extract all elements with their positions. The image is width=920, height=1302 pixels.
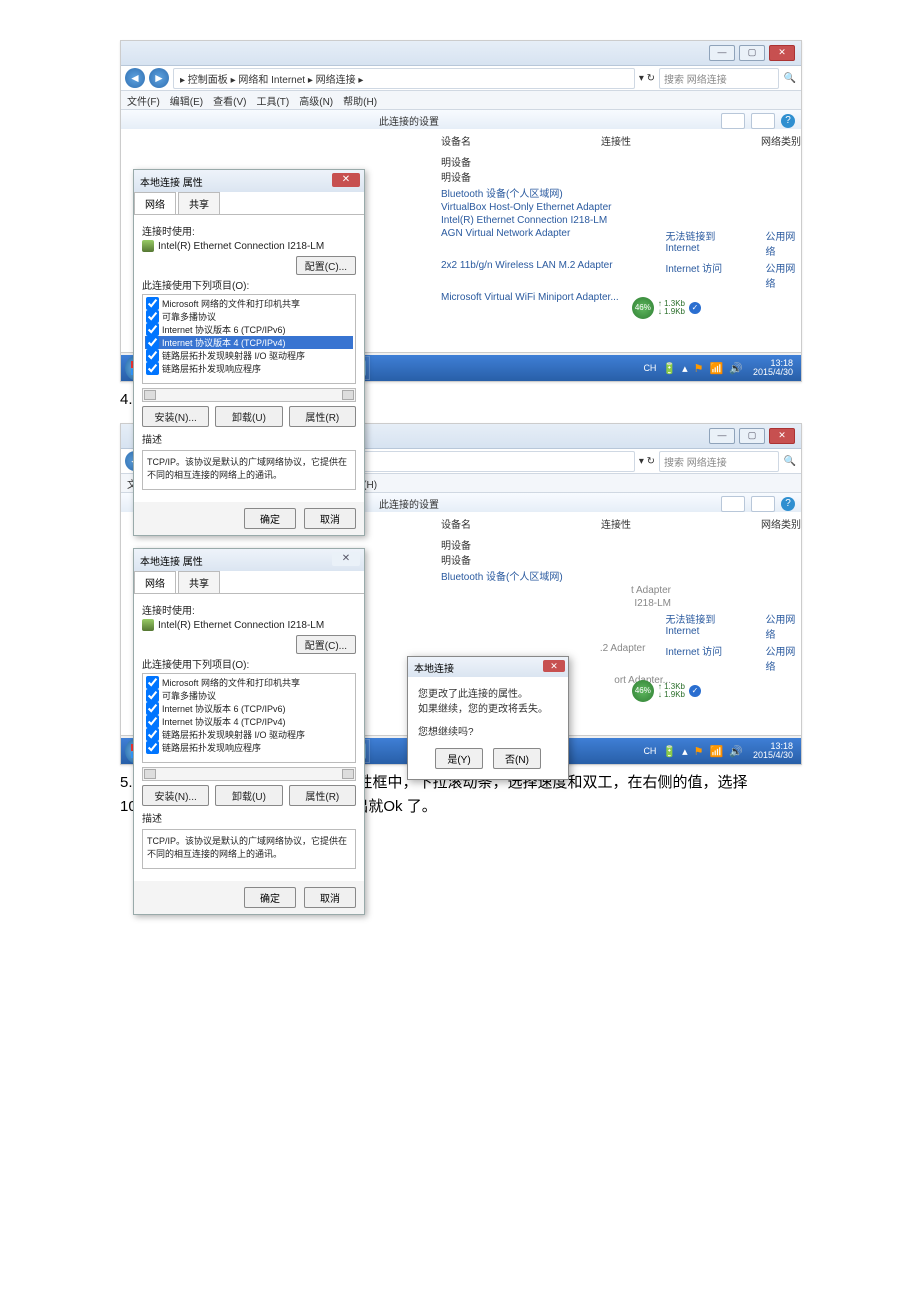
tray-more-icon[interactable]: ▴ [682, 362, 688, 375]
menu-adv[interactable]: 高级(N) [299, 93, 333, 108]
install-button[interactable]: 安装(N)... [142, 406, 209, 427]
menu-bar: 文件(F) 编辑(E) 查看(V) 工具(T) 高级(N) 帮助(H) [121, 91, 801, 110]
search-icon[interactable]: 🔍 [783, 456, 797, 467]
menu-help[interactable]: 帮助(H) [343, 93, 377, 108]
search-input[interactable]: 搜索 网络连接 [659, 68, 779, 89]
device-row[interactable]: 2x2 11b/g/n Wireless LAN M.2 AdapterInte… [441, 259, 801, 291]
connect-using-label: 连接时使用: [142, 223, 356, 238]
confirm-dialog: 本地连接 ✕ 您更改了此连接的属性。 如果继续，您的更改将丢失。 您想继续吗? … [407, 656, 569, 780]
yes-button[interactable]: 是(Y) [435, 748, 483, 769]
ok-button[interactable]: 确定 [244, 508, 296, 529]
tab-sharing[interactable]: 共享 [178, 192, 220, 214]
maximize-button[interactable]: ▢ [739, 428, 765, 444]
item-checkbox[interactable] [146, 297, 159, 310]
dialog-close-button[interactable]: ✕ [332, 173, 360, 187]
item-checkbox[interactable] [146, 323, 159, 336]
uninstall-button[interactable]: 卸载(U) [215, 406, 282, 427]
preview-toggle[interactable] [751, 113, 775, 129]
menu-view[interactable]: 查看(V) [213, 93, 246, 108]
device-row[interactable]: Microsoft Virtual WiFi Miniport Adapter.… [441, 291, 801, 304]
menu-file[interactable]: 文件(F) [127, 93, 160, 108]
refresh-icon[interactable]: ▾ ↻ [639, 73, 655, 84]
items-label: 此连接使用下列项目(O): [142, 277, 356, 292]
configure-button[interactable]: 配置(C)... [296, 256, 356, 275]
item-checkbox[interactable] [146, 336, 159, 349]
tab-network[interactable]: 网络 [134, 192, 176, 214]
view-dropdown[interactable] [721, 496, 745, 512]
ime-indicator[interactable]: CH [643, 363, 656, 373]
device-row[interactable]: Intel(R) Ethernet Connection I218-LM [441, 214, 801, 227]
dialog-title: 本地连接 属性 [140, 174, 203, 189]
device-row[interactable]: AGN Virtual Network Adapter无法链接到 Interne… [441, 227, 801, 259]
forward-button[interactable]: ► [149, 68, 169, 88]
menu-edit[interactable]: 编辑(E) [170, 93, 203, 108]
item-checkbox[interactable] [146, 349, 159, 362]
network-gauge[interactable]: 46% ↑ 1.3Kb↓ 1.9Kb ✓ [632, 680, 701, 702]
col-device[interactable]: 设备名 [441, 133, 471, 148]
minimize-button[interactable]: — [709, 45, 735, 61]
protocol-list[interactable]: Microsoft 网络的文件和打印机共享 可靠多播协议 Internet 协议… [142, 294, 356, 384]
properties-button[interactable]: 属性(R) [289, 406, 356, 427]
help-icon[interactable]: ? [781, 114, 795, 128]
device-row[interactable]: VirtualBox Host-Only Ethernet Adapter [441, 201, 801, 214]
minimize-button[interactable]: — [709, 428, 735, 444]
nic-name: Intel(R) Ethernet Connection I218-LM [158, 241, 324, 252]
confirm-text: 如果继续，您的更改将丢失。 [418, 700, 558, 715]
confirm-close-button[interactable]: ✕ [543, 660, 565, 672]
preview-toggle[interactable] [751, 496, 775, 512]
toolbar-hint: 此连接的设置 [379, 496, 439, 511]
nic-icon [142, 240, 154, 252]
network-gauge[interactable]: 46% ↑ 1.3Kb↓ 1.9Kb ✓ [632, 297, 701, 319]
help-icon[interactable]: ? [781, 497, 795, 511]
maximize-button[interactable]: ▢ [739, 45, 765, 61]
volume-icon[interactable]: 🔊 [729, 362, 743, 375]
confirm-text: 您更改了此连接的属性。 [418, 685, 558, 700]
clock[interactable]: 13:182015/4/30 [749, 359, 797, 377]
glass-frame: — ▢ ✕ [121, 41, 801, 66]
back-button[interactable]: ◄ [125, 68, 145, 88]
selected-item: Internet 协议版本 4 (TCP/IPv4) [162, 336, 286, 349]
description-text: TCP/IP。该协议是默认的广域网络协议，它提供在不同的相互连接的网络上的通讯。 [142, 450, 356, 490]
gauge-ball: 46% [632, 297, 654, 319]
no-button[interactable]: 否(N) [493, 748, 541, 769]
shield-icon: ✓ [689, 302, 701, 314]
cancel-button[interactable]: 取消 [304, 508, 356, 529]
horizontal-scrollbar[interactable] [142, 388, 356, 402]
toolbar-hint: 此连接的设置 [379, 113, 439, 128]
device-row[interactable]: Bluetooth 设备(个人区域网) [441, 184, 801, 201]
view-dropdown[interactable] [721, 113, 745, 129]
item-checkbox[interactable] [146, 310, 159, 323]
confirm-text: 您想继续吗? [418, 723, 558, 738]
device-category: 明设备 [121, 154, 801, 169]
confirm-title: 本地连接 [414, 660, 454, 675]
col-type[interactable]: 网络类别 [761, 133, 801, 148]
col-conn[interactable]: 连接性 [601, 133, 631, 148]
dialog-close-button[interactable]: ✕ [332, 552, 360, 566]
flag-icon[interactable]: ⚑ [694, 362, 704, 375]
menu-tools[interactable]: 工具(T) [256, 93, 289, 108]
column-headers: 设备名 连接性 网络类别 [121, 129, 801, 154]
close-button[interactable]: ✕ [769, 45, 795, 61]
network-icon[interactable]: 📶 [710, 362, 724, 375]
close-button[interactable]: ✕ [769, 428, 795, 444]
screenshot-1: — ▢ ✕ ◄ ► ▸ 控制面板 ▸ 网络和 Internet ▸ 网络连接 ▸… [120, 40, 802, 382]
address-bar: ◄ ► ▸ 控制面板 ▸ 网络和 Internet ▸ 网络连接 ▸ ▾ ↻ 搜… [121, 66, 801, 91]
properties-dialog: 本地连接 属性 ✕ 网络 共享 连接时使用: Intel(R) Ethernet… [133, 169, 365, 536]
search-icon[interactable]: 🔍 [783, 73, 797, 84]
search-input[interactable]: 搜索 网络连接 [659, 451, 779, 472]
item-checkbox[interactable] [146, 362, 159, 375]
description-label: 描述 [142, 431, 356, 446]
refresh-icon[interactable]: ▾ ↻ [639, 456, 655, 467]
breadcrumb[interactable]: ▸ 控制面板 ▸ 网络和 Internet ▸ 网络连接 ▸ [173, 68, 635, 89]
battery-icon[interactable]: 🔋 [662, 362, 676, 375]
